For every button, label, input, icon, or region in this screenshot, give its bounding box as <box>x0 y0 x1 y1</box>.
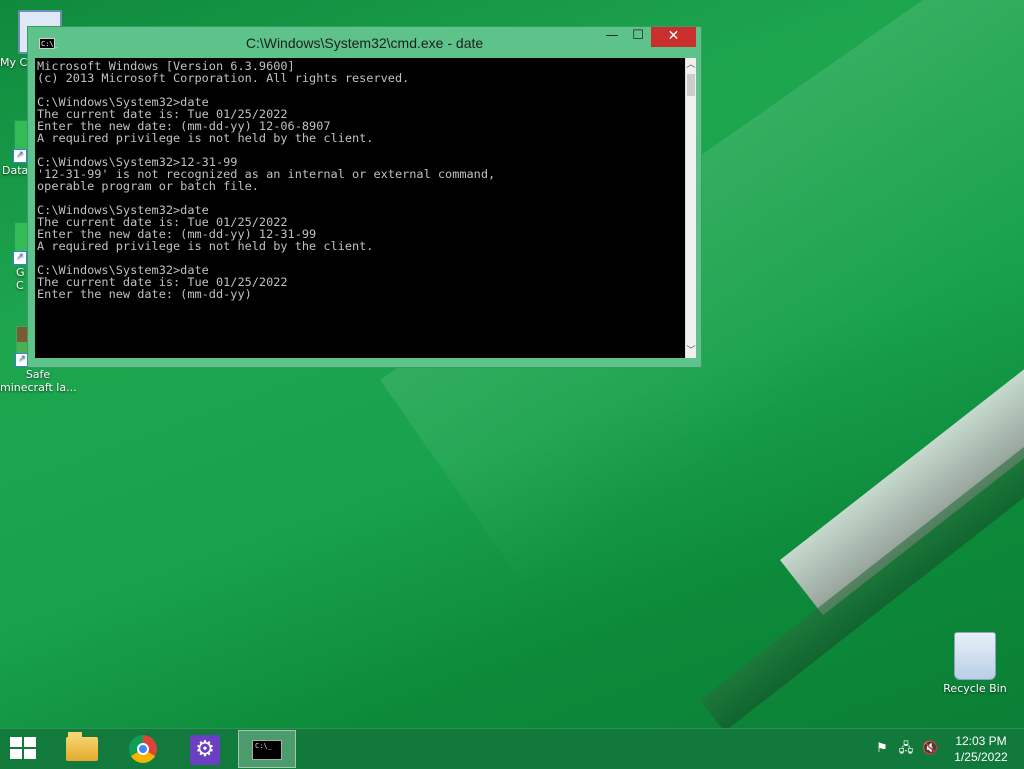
clock-time: 12:03 PM <box>955 734 1007 748</box>
chrome-icon <box>129 735 157 763</box>
windows-logo-pane <box>24 749 36 759</box>
clock-date: 1/25/2022 <box>954 750 1008 764</box>
clock[interactable]: 12:03 PM 1/25/2022 <box>950 733 1012 765</box>
maximize-button[interactable]: ☐ <box>625 27 651 47</box>
desktop-icon-recycle-bin[interactable]: Recycle Bin <box>937 632 1013 695</box>
taskbar-settings[interactable]: ⚙ <box>176 730 234 768</box>
shortcut-arrow-icon: ↗ <box>13 251 27 265</box>
scroll-down-button[interactable]: ﹀ <box>686 344 696 358</box>
taskbar-file-explorer[interactable] <box>52 730 110 768</box>
desktop-icon-label: Recycle Bin <box>943 682 1007 695</box>
action-center-flag-icon[interactable]: ⚑ <box>874 741 890 757</box>
cmd-icon: C:\_ <box>252 740 282 760</box>
network-icon[interactable]: 🖧 <box>898 741 914 757</box>
taskbar: ⚙ C:\_ ⚑ 🖧 🔇 12:03 PM 1/25/2022 <box>0 728 1024 769</box>
shortcut-arrow-icon: ↗ <box>13 149 27 163</box>
minimize-button[interactable]: — <box>599 27 625 47</box>
console-output[interactable]: Microsoft Windows [Version 6.3.9600] (c)… <box>35 58 685 358</box>
desktop-icon-label: Safe minecraft la... <box>0 368 77 394</box>
vertical-scrollbar[interactable]: ︿ ﹀ <box>685 58 696 358</box>
windows-logo-icon <box>10 737 22 747</box>
title-bar[interactable]: C:\_ C:\Windows\System32\cmd.exe - date … <box>28 27 701 58</box>
close-button[interactable]: ✕ <box>651 27 696 47</box>
taskbar-command-prompt[interactable]: C:\_ <box>238 730 296 768</box>
cmd-window[interactable]: C:\_ C:\Windows\System32\cmd.exe - date … <box>27 26 702 368</box>
taskbar-chrome[interactable] <box>114 730 172 768</box>
scroll-thumb[interactable] <box>687 74 695 96</box>
start-button[interactable] <box>10 737 38 761</box>
windows-logo-pane <box>10 749 22 759</box>
recycle-bin-icon <box>954 632 996 680</box>
folder-icon <box>66 732 98 761</box>
scroll-up-button[interactable]: ︿ <box>686 58 696 72</box>
console-text[interactable]: Microsoft Windows [Version 6.3.9600] (c)… <box>35 58 685 300</box>
windows-logo-pane <box>24 737 36 747</box>
volume-muted-icon[interactable]: 🔇 <box>922 741 938 757</box>
gear-icon: ⚙ <box>190 735 220 765</box>
